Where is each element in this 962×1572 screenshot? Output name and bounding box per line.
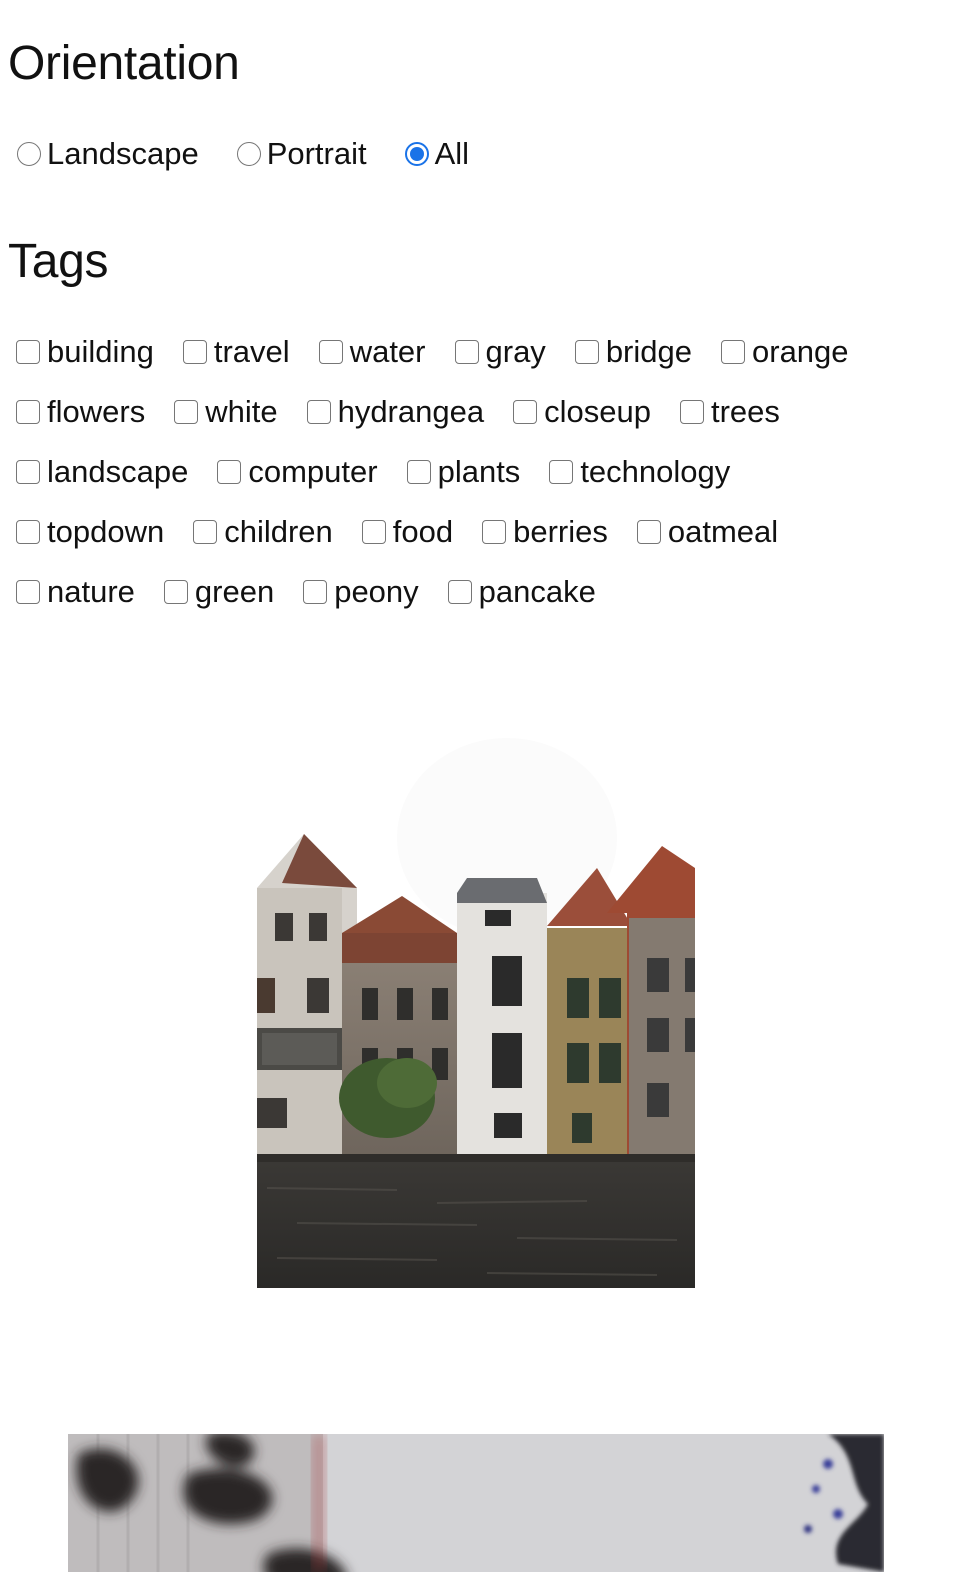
tag-row: flowers white hydrangea closeup trees (16, 392, 946, 432)
gray-checkbox[interactable] (454, 340, 479, 364)
food-checkbox[interactable] (361, 520, 386, 544)
portrait-label: Portrait (266, 136, 367, 171)
tag-option-white[interactable]: white (174, 394, 278, 430)
green-checkbox[interactable] (163, 580, 188, 604)
tag-label: trees (710, 394, 780, 429)
trees-checkbox[interactable] (679, 400, 704, 424)
tag-label: green (194, 574, 275, 609)
tag-label: nature (47, 574, 135, 609)
white-checkbox[interactable] (174, 400, 199, 424)
tag-label: water (349, 334, 426, 369)
portrait-radio[interactable] (236, 142, 261, 166)
tag-row: topdown children food berries oatmeal (16, 512, 946, 552)
tag-option-landscape[interactable]: landscape (16, 454, 188, 490)
berries-checkbox[interactable] (482, 520, 507, 544)
tag-option-technology[interactable]: technology (549, 454, 730, 490)
tag-label: computer (248, 454, 378, 489)
tag-checkbox-list: building travel water gray bridge orange flowe… (16, 332, 946, 632)
tag-label: food (392, 514, 454, 549)
tag-option-food[interactable]: food (361, 514, 454, 550)
tag-option-travel[interactable]: travel (182, 334, 290, 370)
nature-checkbox[interactable] (16, 580, 40, 604)
tag-label: landscape (47, 454, 189, 489)
tag-option-peony[interactable]: peony (303, 574, 419, 610)
travel-checkbox[interactable] (182, 340, 207, 364)
canal-houses-image (257, 688, 695, 1288)
bridge-checkbox[interactable] (574, 340, 599, 364)
hydrangea-checkbox[interactable] (306, 400, 331, 424)
tag-option-bridge[interactable]: bridge (574, 334, 692, 370)
plants-checkbox[interactable] (406, 460, 431, 484)
tag-option-water[interactable]: water (318, 334, 426, 370)
landscape-radio[interactable] (17, 142, 41, 166)
tag-label: travel (213, 334, 290, 369)
orange-checkbox[interactable] (721, 340, 745, 364)
all-label: All (434, 136, 470, 171)
tag-option-flowers[interactable]: flowers (16, 394, 145, 430)
peony-checkbox[interactable] (303, 580, 328, 604)
closeup-checkbox[interactable] (513, 400, 538, 424)
blurred-foliage-image (68, 1434, 884, 1572)
tag-option-hydrangea[interactable]: hydrangea (306, 394, 485, 430)
orientation-option-landscape[interactable]: Landscape (17, 136, 199, 172)
tag-row: building travel water gray bridge orange (16, 332, 946, 372)
children-checkbox[interactable] (193, 520, 218, 544)
tag-option-building[interactable]: building (16, 334, 154, 370)
tags-heading: Tags (8, 235, 109, 288)
tag-label: berries (513, 514, 608, 549)
tag-row: landscape computer plants technology (16, 452, 946, 492)
tag-option-oatmeal[interactable]: oatmeal (636, 514, 779, 550)
tag-label: bridge (605, 334, 692, 369)
tag-option-children[interactable]: children (193, 514, 333, 550)
tag-label: building (47, 334, 154, 369)
gallery-photo-blurred-foliage[interactable] (68, 1434, 884, 1572)
pancake-checkbox[interactable] (447, 580, 472, 604)
orientation-option-all[interactable]: All (404, 136, 470, 172)
tag-label: hydrangea (337, 394, 485, 429)
tag-label: peony (334, 574, 419, 609)
tag-label: oatmeal (667, 514, 779, 549)
tag-option-plants[interactable]: plants (406, 454, 521, 490)
tag-label: closeup (544, 394, 651, 429)
tag-label: orange (752, 334, 849, 369)
all-radio[interactable] (404, 142, 429, 166)
tag-row: nature green peony pancake (16, 572, 946, 612)
water-checkbox[interactable] (318, 340, 343, 364)
tag-label: pancake (478, 574, 596, 609)
orientation-option-portrait[interactable]: Portrait (236, 136, 367, 172)
tag-option-nature[interactable]: nature (16, 574, 135, 610)
tag-label: plants (437, 454, 521, 489)
building-checkbox[interactable] (16, 340, 40, 364)
flowers-checkbox[interactable] (16, 400, 40, 424)
orientation-radio-group: Landscape Portrait All (17, 134, 507, 174)
technology-checkbox[interactable] (549, 460, 574, 484)
tag-option-orange[interactable]: orange (721, 334, 849, 370)
tag-option-gray[interactable]: gray (454, 334, 546, 370)
tag-label: children (224, 514, 333, 549)
tag-option-trees[interactable]: trees (679, 394, 780, 430)
topdown-checkbox[interactable] (16, 520, 40, 544)
landscape-checkbox[interactable] (16, 460, 40, 484)
tag-label: flowers (47, 394, 146, 429)
tag-label: topdown (47, 514, 165, 549)
tag-label: gray (485, 334, 546, 369)
tag-option-pancake[interactable]: pancake (447, 574, 596, 610)
tag-option-topdown[interactable]: topdown (16, 514, 164, 550)
tag-option-closeup[interactable]: closeup (513, 394, 651, 430)
tag-option-berries[interactable]: berries (482, 514, 608, 550)
tag-label: technology (580, 454, 731, 489)
tag-option-computer[interactable]: computer (217, 454, 378, 490)
oatmeal-checkbox[interactable] (636, 520, 661, 544)
gallery-photo-canal-houses[interactable] (257, 688, 695, 1288)
orientation-heading: Orientation (8, 37, 240, 90)
tag-label: white (205, 394, 278, 429)
filter-page: Orientation Landscape Portrait All Tags … (0, 0, 962, 1572)
tag-option-green[interactable]: green (163, 574, 275, 610)
landscape-label: Landscape (47, 136, 199, 171)
computer-checkbox[interactable] (217, 460, 242, 484)
